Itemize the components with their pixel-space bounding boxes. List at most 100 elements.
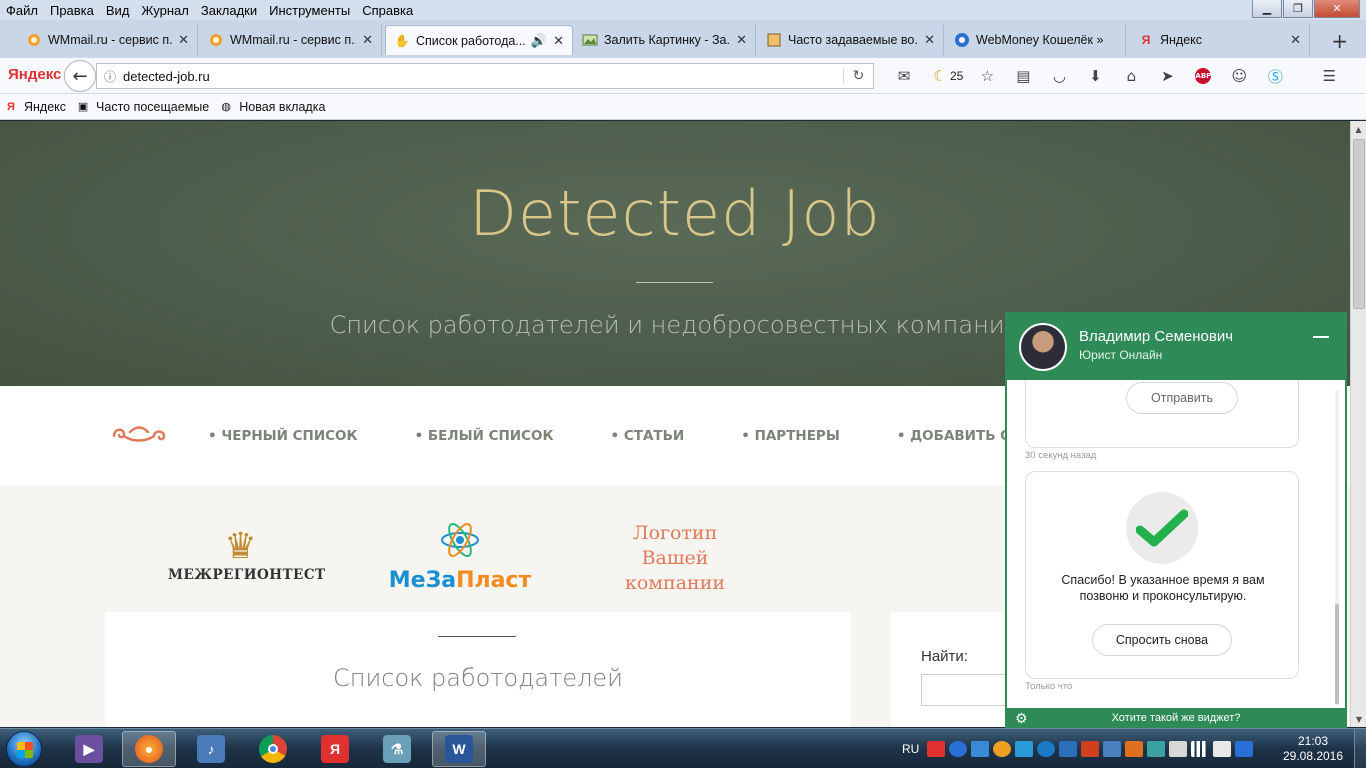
language-indicator[interactable]: RU xyxy=(902,742,919,756)
chat-header[interactable]: Владимир Семенович Юрист Онлайн xyxy=(1007,314,1345,380)
tab-detected-job[interactable]: ✋ Список работода... 🔊 ✕ xyxy=(385,25,573,55)
minimize-icon: ▁ xyxy=(1262,2,1272,15)
adblock-icon[interactable]: ABP xyxy=(1185,64,1221,88)
close-tab-icon[interactable]: ✕ xyxy=(1290,32,1301,48)
help-icon[interactable] xyxy=(949,741,968,757)
url-input[interactable] xyxy=(123,68,843,84)
tab-webmoney[interactable]: WebMoney Кошелёк » xyxy=(946,25,1126,55)
tray-app-icon[interactable] xyxy=(1103,741,1122,757)
star-icon[interactable]: ☆ xyxy=(969,64,1005,88)
menu-hamburger-icon[interactable]: ☰ xyxy=(1311,64,1347,88)
speaker-icon[interactable]: 🔊 xyxy=(531,33,547,49)
bookmark-new-tab[interactable]: ◍ Новая вкладка xyxy=(219,100,325,114)
partner-logo-placeholder[interactable]: Логотип Вашей компании xyxy=(600,521,750,596)
show-desktop-button[interactable] xyxy=(1354,729,1366,768)
employers-card: Список работодателей xyxy=(105,612,851,727)
bookmark-most-visited[interactable]: ▣ Часто посещаемые xyxy=(76,100,209,114)
nav-blacklist[interactable]: • ЧЕРНЫЙ СПИСОК xyxy=(208,428,358,444)
new-tab-button[interactable]: + xyxy=(1331,29,1348,53)
close-tab-icon[interactable]: ✕ xyxy=(736,32,747,48)
download-icon[interactable]: ⬇ xyxy=(1077,64,1113,88)
back-button[interactable]: ← xyxy=(64,60,96,92)
minimize-chat-icon[interactable] xyxy=(1313,336,1329,338)
partner-name-part2: Пласт xyxy=(456,568,532,593)
menu-bookmarks[interactable]: Закладки xyxy=(195,3,263,18)
taskbar-word[interactable]: W xyxy=(432,731,486,767)
start-button[interactable] xyxy=(6,731,42,767)
tray-app-icon[interactable] xyxy=(1015,741,1034,757)
menu-help[interactable]: Справка xyxy=(356,3,419,18)
tab-wmmail-2[interactable]: WMmail.ru - сервис п... ✕ xyxy=(200,25,382,55)
page-scrollbar[interactable]: ▲ ▼ xyxy=(1350,121,1366,727)
send-button[interactable]: Отправить xyxy=(1126,382,1238,414)
webmoney-icon xyxy=(954,32,970,48)
mail-icon[interactable]: ✉ xyxy=(886,64,922,88)
taskbar-app[interactable]: ⚗ xyxy=(370,731,424,767)
reload-icon[interactable]: ↻ xyxy=(843,68,873,84)
scroll-down-icon[interactable]: ▼ xyxy=(1351,711,1366,727)
scroll-up-icon[interactable]: ▲ xyxy=(1351,121,1366,137)
navigation-bar: Яндекс ← ⓘ ↻ ✉ ☾ 25 ☆ ▤ ◡ ⬇ ⌂ ➤ ABP ☺ Ⓢ … xyxy=(0,58,1366,94)
volume-icon[interactable] xyxy=(1213,741,1232,757)
menu-history[interactable]: Журнал xyxy=(135,3,194,18)
skype-icon[interactable]: Ⓢ xyxy=(1257,64,1293,88)
clock[interactable]: 21:03 29.08.2016 xyxy=(1280,734,1346,764)
taskbar-visual-studio[interactable]: ▶ xyxy=(62,731,116,767)
close-tab-icon[interactable]: ✕ xyxy=(924,32,935,48)
menu-file[interactable]: Файл xyxy=(0,3,44,18)
close-window-button[interactable]: ✕ xyxy=(1314,0,1360,18)
section-divider xyxy=(438,636,516,637)
ask-again-button[interactable]: Спросить снова xyxy=(1092,624,1232,656)
chat-scroll-thumb[interactable] xyxy=(1335,604,1339,704)
tray-app-icon[interactable] xyxy=(1125,741,1144,757)
bookmark-list-icon[interactable]: ▤ xyxy=(1005,64,1041,88)
pocket-icon[interactable]: ◡ xyxy=(1041,64,1077,88)
yandex-logo[interactable]: Яндекс xyxy=(8,66,61,83)
tray-app-icon[interactable] xyxy=(1147,741,1166,757)
taskbar-media-player[interactable]: ♪ xyxy=(184,731,238,767)
tab-faq[interactable]: Часто задаваемые во... ✕ xyxy=(758,25,944,55)
minimize-button[interactable]: ▁ xyxy=(1252,0,1282,18)
tray-app-icon[interactable] xyxy=(1059,741,1078,757)
tray-app-icon[interactable] xyxy=(1081,741,1100,757)
partner-name-part1: МеЗа xyxy=(388,568,457,593)
scroll-thumb[interactable] xyxy=(1353,139,1365,309)
nav-whitelist[interactable]: • БЕЛЫЙ СПИСОК xyxy=(415,428,554,444)
info-icon[interactable]: ⓘ xyxy=(97,68,123,85)
nav-partners[interactable]: • ПАРТНЕРЫ xyxy=(741,428,840,444)
confirmation-bubble: Спасибо! В указанное время я вам позвоню… xyxy=(1025,471,1299,679)
send-icon[interactable]: ➤ xyxy=(1149,64,1185,88)
bookmark-yandex[interactable]: Я Яндекс xyxy=(4,100,66,114)
widget-promo-link[interactable]: Хотите такой же виджет? xyxy=(1007,712,1345,724)
tab-wmmail-1[interactable]: WMmail.ru - сервис п... ✕ xyxy=(18,25,198,55)
network-icon[interactable] xyxy=(1191,741,1210,757)
pdf-icon[interactable] xyxy=(927,741,946,757)
home-icon[interactable]: ⌂ xyxy=(1113,64,1149,88)
close-tab-icon[interactable]: ✕ xyxy=(362,32,373,48)
placeholder-line: Логотип xyxy=(632,522,718,544)
tray-app-icon[interactable] xyxy=(971,741,990,757)
taskbar-firefox[interactable]: ● xyxy=(122,731,176,767)
tray-app-icon[interactable] xyxy=(993,741,1012,757)
partner-logo-mezhregiontest[interactable]: ♛ МЕЖРЕГИОНТЕСТ xyxy=(168,527,325,597)
close-tab-icon[interactable]: ✕ xyxy=(553,33,564,49)
menu-tools[interactable]: Инструменты xyxy=(263,3,356,18)
partner-logo-mezaplast[interactable]: МеЗаПласт xyxy=(380,519,540,599)
menu-view[interactable]: Вид xyxy=(100,3,136,18)
close-tab-icon[interactable]: ✕ xyxy=(178,32,189,48)
tray-app-icon[interactable] xyxy=(1037,741,1056,757)
maximize-button[interactable]: ❐ xyxy=(1283,0,1313,18)
taskbar-yandex-browser[interactable]: Я xyxy=(308,731,362,767)
tab-title: Список работода... xyxy=(416,33,526,48)
bluetooth-icon[interactable] xyxy=(1235,741,1254,757)
nav-articles[interactable]: • СТАТЬИ xyxy=(611,428,685,444)
menu-edit[interactable]: Правка xyxy=(44,3,100,18)
tab-yandex[interactable]: Я Яндекс ✕ xyxy=(1130,25,1310,55)
tab-upload-image[interactable]: Залить Картинку - За... ✕ xyxy=(574,25,756,55)
taskbar-chrome[interactable] xyxy=(246,731,300,767)
chat-scrollbar[interactable] xyxy=(1335,390,1339,706)
address-bar[interactable]: ⓘ ↻ xyxy=(96,63,874,89)
weather-count: 25 xyxy=(950,69,964,83)
flag-icon[interactable] xyxy=(1169,741,1188,757)
chat-icon[interactable]: ☺ xyxy=(1221,64,1257,88)
